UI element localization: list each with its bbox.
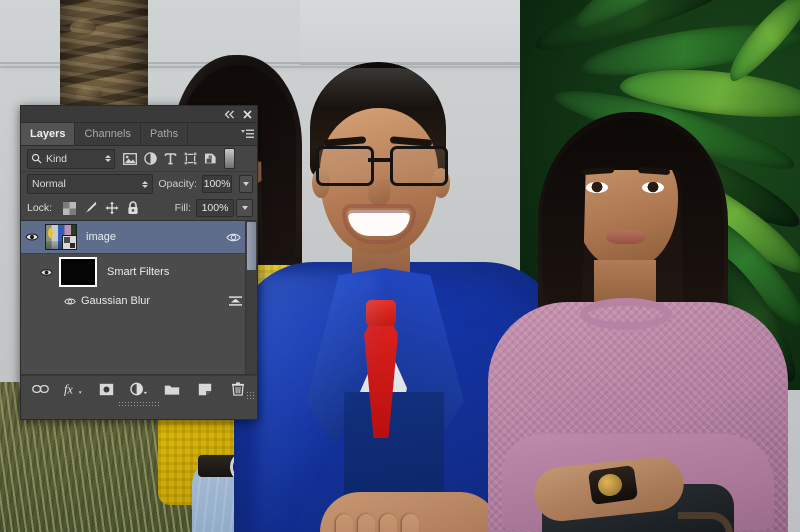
panel-titlebar[interactable] — [21, 106, 257, 123]
new-adjustment-layer-button[interactable] — [129, 379, 149, 399]
opacity-input[interactable]: 100% — [201, 175, 233, 193]
new-group-button[interactable] — [162, 379, 182, 399]
collapse-icon[interactable] — [224, 109, 235, 120]
search-icon — [31, 153, 42, 164]
layers-list[interactable]: image Smart Filters Gaussian Blur — [21, 221, 257, 375]
tab-channels-label: Channels — [84, 128, 131, 140]
tabs-filler — [188, 123, 237, 145]
layer-visibility-toggle[interactable] — [21, 221, 43, 253]
lock-all-icon[interactable] — [122, 199, 143, 218]
smart-filter-mask-thumbnail[interactable] — [59, 257, 97, 287]
lock-row[interactable]: Lock: Fill: 100% — [21, 196, 257, 221]
fill-label: Fill: — [174, 202, 191, 214]
person-right — [488, 112, 800, 532]
fill-dropdown-arrow[interactable] — [236, 199, 253, 217]
smart-filter-gaussian-blur-row[interactable]: Gaussian Blur — [21, 290, 257, 312]
link-layers-button[interactable] — [30, 379, 50, 399]
pixel-layer-filter-icon[interactable] — [120, 149, 140, 168]
tab-layers[interactable]: Layers — [21, 123, 76, 145]
gaussian-blur-visibility-toggle[interactable] — [59, 290, 81, 312]
adjustment-layer-filter-icon[interactable] — [140, 149, 160, 168]
blending-options-icon[interactable] — [228, 295, 243, 308]
layer-row-image[interactable]: image — [21, 221, 257, 254]
layers-scrollbar-thumb[interactable] — [247, 222, 256, 270]
fill-input[interactable]: 100% — [196, 199, 234, 217]
lock-transparent-pixels-icon[interactable] — [59, 199, 80, 218]
wall-panel — [300, 0, 540, 64]
tab-paths[interactable]: Paths — [140, 123, 189, 145]
new-layer-button[interactable] — [195, 379, 215, 399]
layer-filter-row[interactable]: Kind — [21, 146, 257, 172]
panel-menu-icon[interactable] — [237, 123, 257, 145]
opacity-dropdown-arrow[interactable] — [239, 175, 253, 193]
add-layer-mask-button[interactable] — [96, 379, 116, 399]
lock-label: Lock: — [27, 202, 53, 214]
lock-image-pixels-icon[interactable] — [80, 199, 101, 218]
close-icon[interactable] — [242, 109, 253, 120]
lock-position-icon[interactable] — [101, 199, 122, 218]
smart-filters-mask-visibility-toggle[interactable] — [35, 254, 57, 290]
shape-layer-filter-icon[interactable] — [180, 149, 200, 168]
panel-resize-grip[interactable] — [246, 391, 255, 400]
tab-paths-label: Paths — [149, 128, 179, 140]
smart-filters-label[interactable]: Smart Filters — [97, 266, 169, 278]
tab-layers-label: Layers — [30, 128, 66, 140]
add-layer-style-button[interactable]: fx — [63, 379, 83, 399]
panel-bottom-grip[interactable] — [118, 401, 160, 406]
filter-enable-toggle[interactable] — [224, 148, 235, 169]
blend-mode-value: Normal — [32, 178, 66, 190]
blend-mode-row[interactable]: Normal Opacity: 100% — [21, 172, 257, 196]
screenshot-root: Layers Channels Paths Kind Normal Opacit… — [0, 0, 800, 532]
smart-filters-visibility-icon[interactable] — [222, 232, 244, 243]
filter-type-buttons[interactable] — [120, 149, 220, 168]
tab-channels[interactable]: Channels — [75, 123, 141, 145]
layers-panel[interactable]: Layers Channels Paths Kind Normal Opacit… — [20, 105, 258, 420]
opacity-label: Opacity: — [158, 178, 197, 190]
smart-object-badge-icon — [62, 235, 76, 249]
type-layer-filter-icon[interactable] — [160, 149, 180, 168]
svg-text:fx: fx — [64, 383, 73, 396]
filter-kind-select[interactable]: Kind — [27, 148, 115, 169]
blend-mode-select[interactable]: Normal — [27, 174, 154, 194]
filter-kind-label: Kind — [46, 152, 68, 165]
layer-thumbnail[interactable] — [45, 224, 77, 250]
layers-panel-footer[interactable]: fx — [21, 375, 257, 406]
smart-filters-row[interactable]: Smart Filters — [21, 254, 257, 290]
panel-tabs[interactable]: Layers Channels Paths — [21, 123, 257, 146]
gaussian-blur-label[interactable]: Gaussian Blur — [73, 295, 150, 307]
smart-object-filter-icon[interactable] — [200, 149, 220, 168]
filter-kind-spinner[interactable] — [105, 155, 111, 162]
blend-mode-spinner[interactable] — [142, 180, 149, 188]
delete-layer-button[interactable] — [228, 379, 248, 399]
layers-list-scrollbar[interactable] — [245, 221, 257, 374]
layer-name-label[interactable]: image — [77, 231, 222, 243]
